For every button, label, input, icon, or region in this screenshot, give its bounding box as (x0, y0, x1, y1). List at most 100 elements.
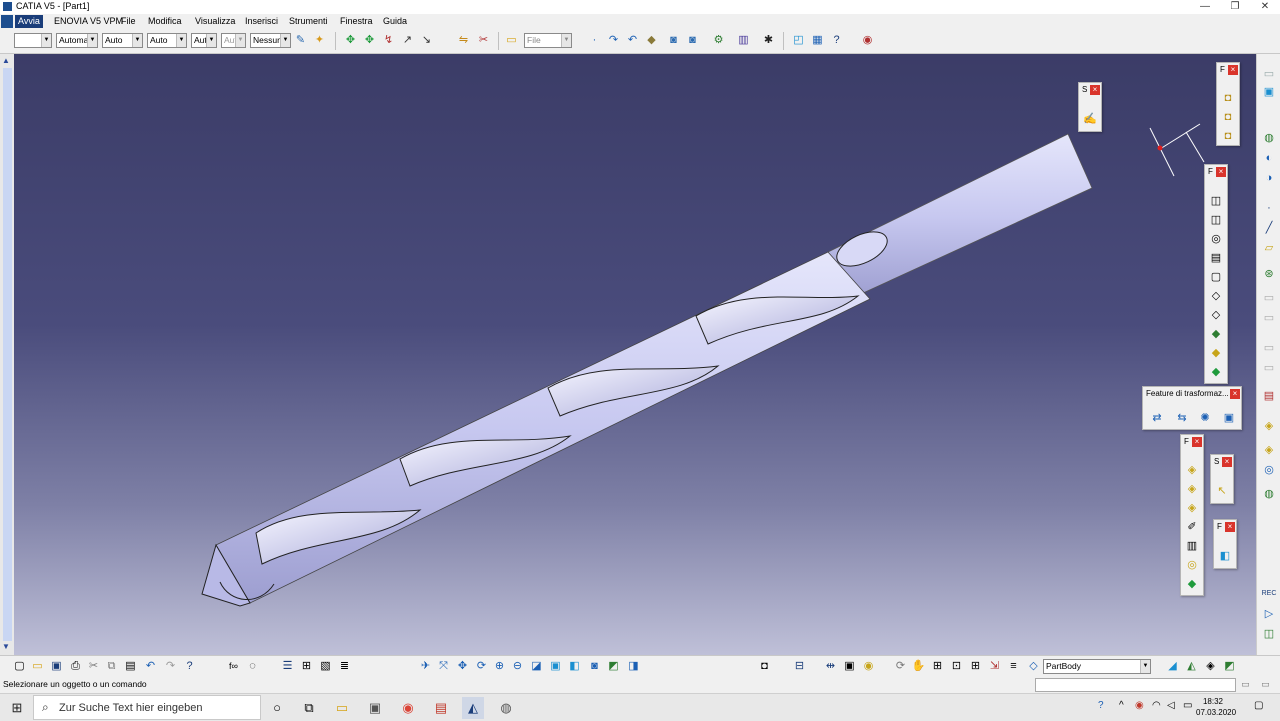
scroll-up-icon[interactable]: ▲ (2, 56, 10, 65)
close-button[interactable]: ✕ (1250, 0, 1280, 14)
body-select[interactable]: PartBody ▼ (1043, 659, 1151, 674)
linetype-combo[interactable]: Auto ▼ (147, 33, 187, 48)
analysis-icon[interactable]: ◙ (666, 33, 681, 48)
scene-icon[interactable]: ◎ (1261, 462, 1277, 478)
restore-button[interactable]: ❐ (1220, 0, 1250, 14)
reference-icon[interactable]: ⊡ (949, 659, 964, 674)
whats-this-icon[interactable]: ? (182, 659, 197, 674)
catalog-icon[interactable]: ◰ (791, 33, 806, 48)
move-alt-icon[interactable]: ✥ (362, 33, 377, 48)
menu-avvia[interactable]: Avvia (15, 15, 43, 28)
status-icon[interactable]: ▭ (1258, 677, 1273, 692)
help-icon[interactable]: ? (829, 33, 844, 48)
menu-guida[interactable]: Guida (383, 16, 407, 26)
status-icon[interactable]: ▭ (1238, 677, 1253, 692)
macro-icon[interactable]: ✱ (761, 33, 776, 48)
close-icon[interactable]: × (1228, 65, 1238, 75)
analysis-alt-icon[interactable]: ◙ (685, 33, 700, 48)
new-file-icon[interactable]: ▢ (12, 659, 27, 674)
play-icon[interactable]: ▷ (1261, 606, 1277, 622)
save-icon[interactable]: ▣ (49, 659, 64, 674)
close-icon[interactable]: × (1090, 85, 1100, 95)
input-method-icon[interactable]: ▭ (1183, 700, 1192, 711)
material-icon[interactable]: ◈ (1261, 418, 1277, 434)
catalog-icon[interactable]: ▧ (318, 659, 333, 674)
rules-icon[interactable]: ≣ (337, 659, 352, 674)
help-tray-icon[interactable]: ? (1098, 700, 1104, 711)
fly-mode-icon[interactable]: ✈ (418, 659, 433, 674)
iso-view-icon[interactable]: ◧ (567, 659, 582, 674)
zoom-out-icon[interactable]: ⊖ (510, 659, 525, 674)
slot-icon[interactable]: ▢ (1208, 269, 1224, 285)
remove-face-icon[interactable]: ▥ (1184, 538, 1200, 554)
notification-icon[interactable]: ▢ (1254, 700, 1263, 711)
body-icon[interactable]: ◇ (1026, 659, 1041, 674)
select-toolbar[interactable]: S × ↖ (1210, 454, 1234, 504)
quick-select-icon[interactable]: ⇲ (987, 659, 1002, 674)
app-icon[interactable]: ◍ (495, 697, 517, 719)
task-view-icon[interactable]: ⧉ (298, 697, 320, 719)
pan-icon[interactable]: ✥ (455, 659, 470, 674)
split-icon[interactable]: ◧ (1217, 548, 1233, 564)
wireframe-icon[interactable]: ◩ (1222, 659, 1237, 674)
layer-combo[interactable]: Nessun ▼ (250, 33, 291, 48)
hierarchy-icon[interactable]: ⇋ (456, 33, 471, 48)
boolean-icon[interactable]: ⊛ (1261, 266, 1277, 282)
file-explorer-icon[interactable]: ▭ (331, 697, 353, 719)
disabled-icon[interactable]: ▭ (1261, 310, 1277, 326)
dress-up-features-toolbar[interactable]: F × ◈ ◈ ◈ ✐ ▥ ◎ ◆ (1180, 434, 1204, 596)
curve-icon[interactable]: ↘ (419, 33, 434, 48)
app-icon[interactable]: ▣ (364, 697, 386, 719)
comment-icon[interactable]: ◌ (245, 659, 260, 674)
multi-view-icon[interactable]: ▣ (548, 659, 563, 674)
scroll-down-icon[interactable]: ▼ (2, 642, 10, 651)
thickness-icon[interactable]: ◈ (1184, 500, 1200, 516)
thread-icon[interactable]: ✐ (1184, 519, 1200, 535)
features-toolbar[interactable]: F × ◘ ◘ ◘ (1216, 62, 1240, 146)
3d-viewport[interactable] (0, 54, 1256, 655)
tree-expand-icon[interactable]: ⊟ (792, 659, 807, 674)
chrome-icon[interactable]: ◉ (397, 697, 419, 719)
menu-modifica[interactable]: Modifica (148, 16, 182, 26)
color-combo[interactable]: ▼ (14, 33, 52, 48)
print-icon[interactable]: ⎙ (68, 659, 83, 674)
menu-enovia[interactable]: ENOVIA V5 VPM (54, 16, 123, 26)
draft-analysis-icon[interactable]: ◢ (1165, 659, 1180, 674)
grid-icon[interactable]: ▦ (810, 33, 825, 48)
hole-icon[interactable]: ◎ (1208, 231, 1224, 247)
paste-icon[interactable]: ▤ (123, 659, 138, 674)
remove-loft-icon[interactable]: ◆ (1208, 364, 1224, 380)
chevron-up-icon[interactable]: ^ (1119, 700, 1124, 711)
close-icon[interactable]: × (1225, 522, 1235, 532)
tree-scrollbar[interactable]: ▲ ▼ (0, 54, 14, 655)
close-icon[interactable]: × (1216, 167, 1226, 177)
replace-face-icon[interactable]: ◎ (1184, 557, 1200, 573)
pocket-icon[interactable]: ◘ (1220, 109, 1236, 125)
network-icon[interactable]: ◠ (1152, 700, 1161, 711)
loft-icon[interactable]: ◆ (1208, 345, 1224, 361)
measure-icon[interactable]: ↗ (400, 33, 415, 48)
rib-icon[interactable]: ▤ (1208, 250, 1224, 266)
disabled-icon[interactable]: ▭ (1261, 360, 1277, 376)
hide-show-icon[interactable]: ◩ (606, 659, 621, 674)
simulation-icon[interactable]: ◫ (1261, 626, 1277, 642)
inertia-icon[interactable]: ◉ (861, 659, 876, 674)
scroll-thumb[interactable] (3, 68, 12, 641)
point-icon[interactable]: · (1261, 200, 1277, 216)
select-arrow-icon[interactable]: ↖ (1214, 483, 1230, 499)
rec-icon[interactable]: REC (1261, 586, 1277, 602)
shaft-icon[interactable]: ◘ (1220, 128, 1236, 144)
sketch-based-features-toolbar[interactable]: F × ◫ ◫ ◎ ▤ ▢ ◇ ◇ ◆ ◆ ◆ (1204, 164, 1228, 384)
knowledge-icon[interactable]: ▥ (736, 33, 751, 48)
undo-icon[interactable]: ↶ (143, 659, 158, 674)
open-folder-icon[interactable]: ▭ (504, 33, 519, 48)
snap-icon[interactable]: ↯ (381, 33, 396, 48)
volume-icon[interactable]: ◁ (1167, 700, 1175, 711)
normal-view-icon[interactable]: ◪ (529, 659, 544, 674)
surface-icon[interactable]: ◆ (1184, 576, 1200, 592)
open-icon[interactable]: ▭ (30, 659, 45, 674)
apply-material-icon[interactable]: ◈ (1261, 442, 1277, 458)
fillet-icon[interactable]: ◫ (1208, 193, 1224, 209)
globe-icon[interactable]: ◍ (1261, 130, 1277, 146)
windows-start-icon[interactable]: ⊞ (6, 697, 28, 719)
